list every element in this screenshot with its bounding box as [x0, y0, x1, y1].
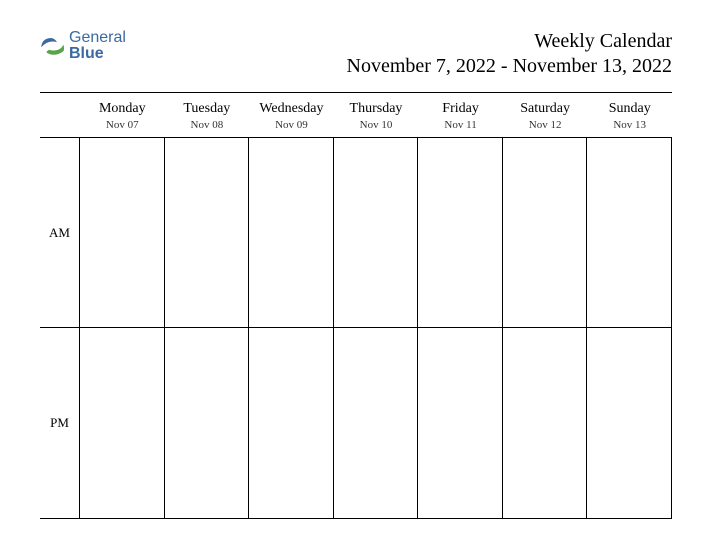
day-header: Sunday Nov 13: [587, 101, 672, 131]
logo-text-blue: Blue: [69, 45, 104, 62]
logo-text-general: General: [69, 29, 126, 46]
calendar-cell: [249, 328, 334, 518]
day-date: Nov 09: [249, 119, 334, 131]
date-range: November 7, 2022 - November 13, 2022: [347, 55, 673, 78]
day-name: Thursday: [334, 101, 419, 117]
calendar-cell: [334, 328, 419, 518]
day-date: Nov 07: [80, 119, 165, 131]
logo: General Blue: [40, 30, 126, 62]
row-label-am: AM: [40, 138, 80, 328]
day-date: Nov 12: [503, 119, 588, 131]
day-header: Saturday Nov 12: [503, 101, 588, 131]
day-headers: Monday Nov 07 Tuesday Nov 08 Wednesday N…: [40, 101, 672, 137]
day-date: Nov 10: [334, 119, 419, 131]
calendar-cell: [80, 138, 165, 328]
day-header: Thursday Nov 10: [334, 101, 419, 131]
day-name: Wednesday: [249, 101, 334, 117]
day-name: Saturday: [503, 101, 588, 117]
day-name: Sunday: [587, 101, 672, 117]
day-name: Friday: [418, 101, 503, 117]
calendar-cell: [334, 138, 419, 328]
calendar-grid: AM PM: [40, 137, 672, 519]
logo-text: General Blue: [69, 30, 126, 62]
day-header: Friday Nov 11: [418, 101, 503, 131]
title-block: Weekly Calendar November 7, 2022 - Novem…: [347, 30, 673, 78]
day-date: Nov 13: [587, 119, 672, 131]
day-header: Monday Nov 07: [80, 101, 165, 131]
calendar-cell: [503, 328, 588, 518]
calendar-cell: [165, 138, 250, 328]
calendar-cell: [587, 328, 672, 518]
corner-spacer: [40, 101, 80, 131]
document-header: General Blue Weekly Calendar November 7,…: [40, 30, 672, 93]
day-name: Tuesday: [165, 101, 250, 117]
calendar-cell: [418, 138, 503, 328]
calendar-cell: [587, 138, 672, 328]
day-name: Monday: [80, 101, 165, 117]
calendar-cell: [503, 138, 588, 328]
calendar-cell: [249, 138, 334, 328]
calendar-cell: [165, 328, 250, 518]
row-label-pm: PM: [40, 328, 80, 518]
day-header: Tuesday Nov 08: [165, 101, 250, 131]
day-date: Nov 08: [165, 119, 250, 131]
globe-swoosh-icon: [40, 33, 66, 59]
calendar-cell: [80, 328, 165, 518]
day-date: Nov 11: [418, 119, 503, 131]
page-title: Weekly Calendar: [347, 30, 673, 53]
day-header: Wednesday Nov 09: [249, 101, 334, 131]
calendar-cell: [418, 328, 503, 518]
